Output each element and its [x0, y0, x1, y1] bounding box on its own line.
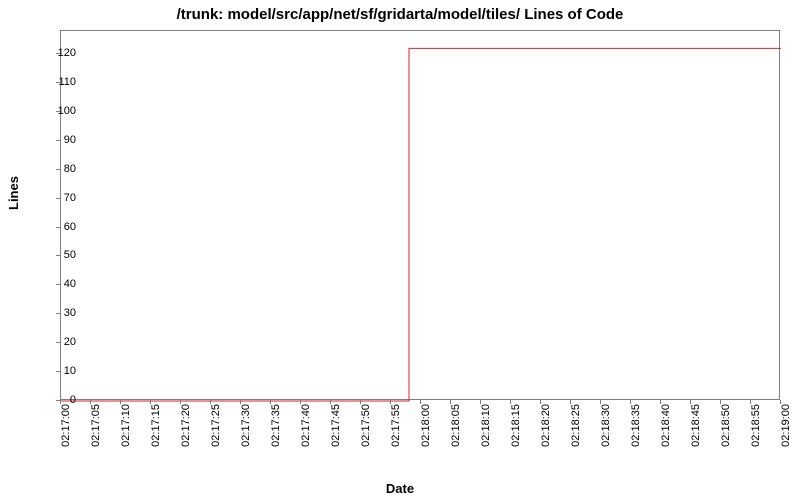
x-tick-label: 02:18:45 [690, 404, 702, 447]
y-tick-label: 110 [46, 76, 76, 88]
y-tick-label: 10 [46, 365, 76, 377]
x-tick-label: 02:17:10 [120, 404, 132, 447]
x-tick-label: 02:17:40 [300, 404, 312, 447]
x-tick-label: 02:18:00 [420, 404, 432, 447]
x-tick-label: 02:17:55 [390, 404, 402, 447]
x-tick-label: 02:18:25 [570, 404, 582, 447]
x-tick-label: 02:18:35 [630, 404, 642, 447]
y-tick-label: 90 [46, 134, 76, 146]
x-tick-label: 02:18:15 [510, 404, 522, 447]
y-tick-label: 20 [46, 336, 76, 348]
chart-title: /trunk: model/src/app/net/sf/gridarta/mo… [0, 6, 800, 23]
y-axis-label: Lines [6, 176, 21, 210]
y-tick-label: 60 [46, 221, 76, 233]
line-series [61, 31, 781, 401]
x-tick-label: 02:18:05 [450, 404, 462, 447]
y-tick-label: 80 [46, 163, 76, 175]
x-tick-label: 02:17:35 [270, 404, 282, 447]
y-tick-label: 120 [46, 47, 76, 59]
x-tick-label: 02:17:05 [90, 404, 102, 447]
x-tick-label: 02:18:10 [480, 404, 492, 447]
x-tick-label: 02:17:50 [360, 404, 372, 447]
y-tick-label: 30 [46, 307, 76, 319]
x-tick-label: 02:18:50 [720, 404, 732, 447]
x-tick-label: 02:19:00 [780, 404, 792, 447]
x-tick-label: 02:18:55 [750, 404, 762, 447]
y-tick-label: 70 [46, 192, 76, 204]
x-tick-label: 02:18:30 [600, 404, 612, 447]
y-tick-label: 100 [46, 105, 76, 117]
y-tick-label: 40 [46, 278, 76, 290]
x-tick-label: 02:17:15 [150, 404, 162, 447]
x-tick-label: 02:18:40 [660, 404, 672, 447]
x-tick-label: 02:17:00 [60, 404, 72, 447]
x-tick-label: 02:17:20 [180, 404, 192, 447]
x-axis-label: Date [0, 481, 800, 496]
x-tick-label: 02:17:45 [330, 404, 342, 447]
x-tick-label: 02:17:30 [240, 404, 252, 447]
x-tick-label: 02:18:20 [540, 404, 552, 447]
x-tick-label: 02:17:25 [210, 404, 222, 447]
y-tick-label: 50 [46, 249, 76, 261]
plot-area [60, 30, 780, 400]
